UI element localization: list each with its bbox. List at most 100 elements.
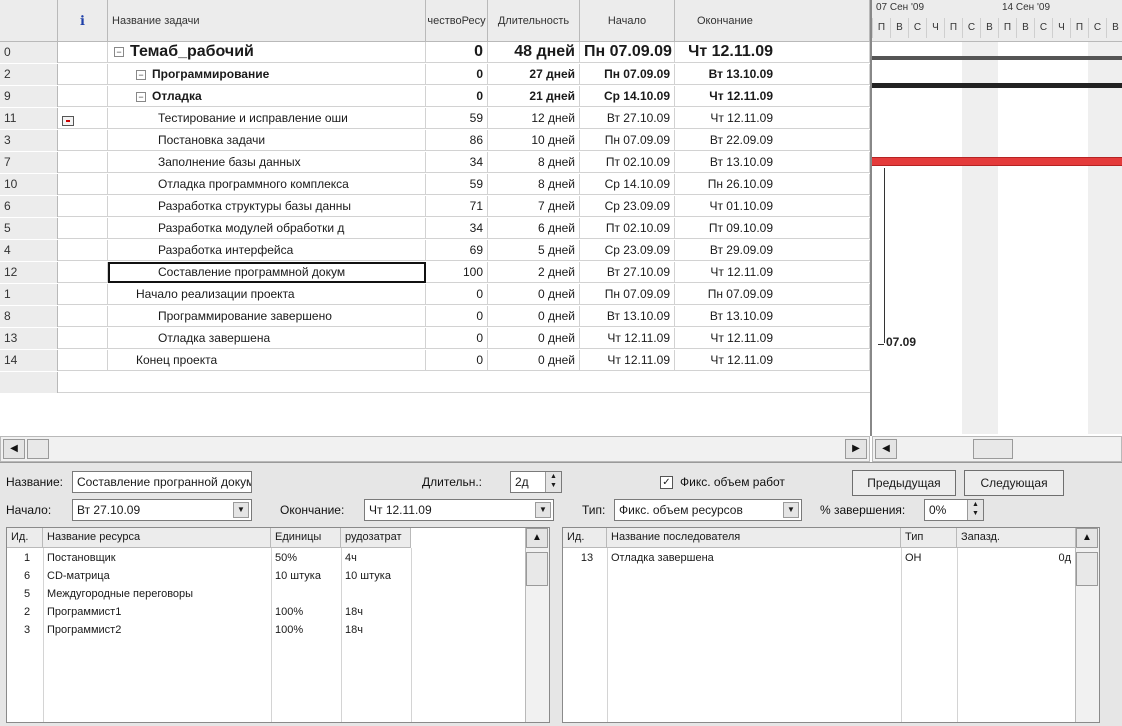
- task-finish-cell[interactable]: Чт 12.11.09: [675, 42, 870, 63]
- task-id[interactable]: 9: [0, 86, 58, 107]
- task-start[interactable]: Ср 14.10.09: [580, 86, 675, 107]
- successors-vertical-scrollbar[interactable]: ▲: [1075, 528, 1099, 722]
- succ-header-type[interactable]: Тип: [901, 528, 957, 548]
- header-task-name[interactable]: Название задачи: [108, 0, 426, 42]
- task-duration[interactable]: 27 дней: [488, 64, 580, 85]
- task-row[interactable]: 2− Программирование 0 27 дней Пн 07.09.09 Вт …: [0, 64, 870, 85]
- task-start[interactable]: Пн 07.09.09: [580, 284, 675, 305]
- resources-vertical-scrollbar[interactable]: ▲: [525, 528, 549, 722]
- succ-name[interactable]: Отладка завершена: [607, 550, 901, 567]
- res-work[interactable]: 4ч: [341, 550, 411, 567]
- task-duration[interactable]: 0 дней: [488, 306, 580, 327]
- table-horizontal-scrollbar[interactable]: ◀ ▶: [0, 436, 870, 462]
- task-id[interactable]: 14: [0, 350, 58, 371]
- res-header-name[interactable]: Название ресурса: [43, 528, 271, 548]
- task-finish-cell[interactable]: Чт 01.10.09: [675, 196, 870, 217]
- res-work[interactable]: 10 штука: [341, 568, 411, 585]
- task-finish-cell[interactable]: Пт 09.10.09: [675, 218, 870, 239]
- succ-type[interactable]: ОН: [901, 550, 957, 567]
- res-work[interactable]: 18ч: [341, 622, 411, 639]
- task-name-cell[interactable]: Разработка модулей обработки д: [108, 218, 426, 239]
- task-resource-count[interactable]: 0: [426, 284, 488, 305]
- task-duration[interactable]: 7 дней: [488, 196, 580, 217]
- empty-row[interactable]: [0, 372, 870, 393]
- task-start[interactable]: Пт 02.10.09: [580, 218, 675, 239]
- task-name-cell[interactable]: Начало реализации проекта: [108, 284, 426, 305]
- res-units[interactable]: 100%: [271, 604, 341, 621]
- start-dropdown-icon[interactable]: ▼: [233, 502, 249, 518]
- task-finish-cell[interactable]: Вт 22.09.09: [675, 130, 870, 151]
- task-start[interactable]: Пт 02.10.09: [580, 152, 675, 173]
- finish-dropdown-icon[interactable]: ▼: [535, 502, 551, 518]
- task-start[interactable]: Пн 07.09.09: [580, 64, 675, 85]
- collapse-icon[interactable]: −: [114, 46, 124, 57]
- task-start[interactable]: Вт 27.10.09: [580, 262, 675, 283]
- percent-complete-field[interactable]: 0% ▲ ▼: [924, 499, 984, 521]
- type-select[interactable]: Фикс. объем ресурсов ▼: [614, 499, 802, 521]
- res-name[interactable]: CD-матрица: [43, 568, 271, 585]
- task-resource-count[interactable]: 69: [426, 240, 488, 261]
- task-finish-cell[interactable]: Чт 12.11.09: [675, 350, 870, 371]
- task-id[interactable]: 5: [0, 218, 58, 239]
- task-finish-cell[interactable]: Вт 13.10.09: [675, 64, 870, 85]
- scroll-left-button[interactable]: ◀: [3, 439, 25, 459]
- task-start[interactable]: Пн 07.09.09: [580, 42, 675, 63]
- res-name[interactable]: Программист1: [43, 604, 271, 621]
- task-row[interactable]: 14 Конец проекта 0 0 дней Чт 12.11.09 Чт 12.1…: [0, 350, 870, 371]
- scroll-thumb[interactable]: [526, 552, 548, 586]
- note-icon[interactable]: [62, 116, 74, 126]
- task-id[interactable]: 11: [0, 108, 58, 129]
- task-duration[interactable]: 8 дней: [488, 174, 580, 195]
- collapse-icon[interactable]: −: [136, 69, 146, 80]
- res-header-work[interactable]: рудозатрат: [341, 528, 411, 548]
- task-id[interactable]: 8: [0, 306, 58, 327]
- task-resource-count[interactable]: 59: [426, 174, 488, 195]
- res-id[interactable]: 5: [7, 586, 43, 603]
- task-resource-count[interactable]: 34: [426, 152, 488, 173]
- task-resource-count[interactable]: 100: [426, 262, 488, 283]
- res-id[interactable]: 3: [7, 622, 43, 639]
- task-row[interactable]: 0− Темаб_рабочий 0 48 дней Пн 07.09.09 Чт 12.…: [0, 42, 870, 63]
- task-resource-count[interactable]: 0: [426, 306, 488, 327]
- task-finish-cell[interactable]: Пн 07.09.09: [675, 284, 870, 305]
- duration-spinner[interactable]: ▲ ▼: [545, 472, 561, 492]
- header-finish[interactable]: Окончание: [675, 0, 870, 42]
- res-id[interactable]: 2: [7, 604, 43, 621]
- task-id[interactable]: 7: [0, 152, 58, 173]
- task-name-cell[interactable]: Отладка завершена: [108, 328, 426, 349]
- gantt-scroll-thumb[interactable]: [973, 439, 1013, 459]
- res-header-units[interactable]: Единицы: [271, 528, 341, 548]
- task-name-cell[interactable]: Разработка интерфейса: [108, 240, 426, 261]
- header-start[interactable]: Начало: [580, 0, 675, 42]
- fixed-work-checkbox[interactable]: ✓: [660, 476, 673, 489]
- res-work[interactable]: [341, 586, 411, 603]
- res-name[interactable]: Постановщик: [43, 550, 271, 567]
- task-resource-count[interactable]: 0: [426, 328, 488, 349]
- task-finish-cell[interactable]: Чт 12.11.09: [675, 86, 870, 107]
- scroll-thumb[interactable]: [1076, 552, 1098, 586]
- gantt-summary-bar[interactable]: [872, 83, 1122, 88]
- task-resource-count[interactable]: 0: [426, 42, 488, 63]
- task-row[interactable]: 9− Отладка 0 21 дней Ср 14.10.09 Чт 12.11.09: [0, 86, 870, 107]
- task-duration[interactable]: 5 дней: [488, 240, 580, 261]
- task-duration[interactable]: 48 дней: [488, 42, 580, 63]
- task-row[interactable]: 10 Отладка программного комплекса 59 8 дней…: [0, 174, 870, 195]
- gantt-project-summary-bar[interactable]: [872, 56, 1122, 60]
- task-resource-count[interactable]: 0: [426, 86, 488, 107]
- header-indicators-icon[interactable]: ℹ: [58, 0, 108, 42]
- header-id[interactable]: [0, 0, 58, 42]
- next-button[interactable]: Следующая: [964, 470, 1064, 496]
- percent-complete-spinner[interactable]: ▲ ▼: [967, 500, 983, 520]
- task-finish-cell[interactable]: Чт 12.11.09: [675, 262, 870, 283]
- task-resource-count[interactable]: 71: [426, 196, 488, 217]
- task-start[interactable]: Пн 07.09.09: [580, 130, 675, 151]
- task-start[interactable]: Вт 13.10.09: [580, 306, 675, 327]
- scroll-up-icon[interactable]: ▲: [1076, 528, 1098, 548]
- header-resource-count[interactable]: чествоРесу: [426, 0, 488, 42]
- task-name-cell[interactable]: Разработка структуры базы данны: [108, 196, 426, 217]
- scroll-thumb[interactable]: [27, 439, 49, 459]
- type-dropdown-icon[interactable]: ▼: [783, 502, 799, 518]
- task-start[interactable]: Чт 12.11.09: [580, 350, 675, 371]
- task-row[interactable]: 13 Отладка завершена 0 0 дней Чт 12.11.09 Чт …: [0, 328, 870, 349]
- task-row[interactable]: 7 Заполнение базы данных 34 8 дней Пт 02.10.…: [0, 152, 870, 173]
